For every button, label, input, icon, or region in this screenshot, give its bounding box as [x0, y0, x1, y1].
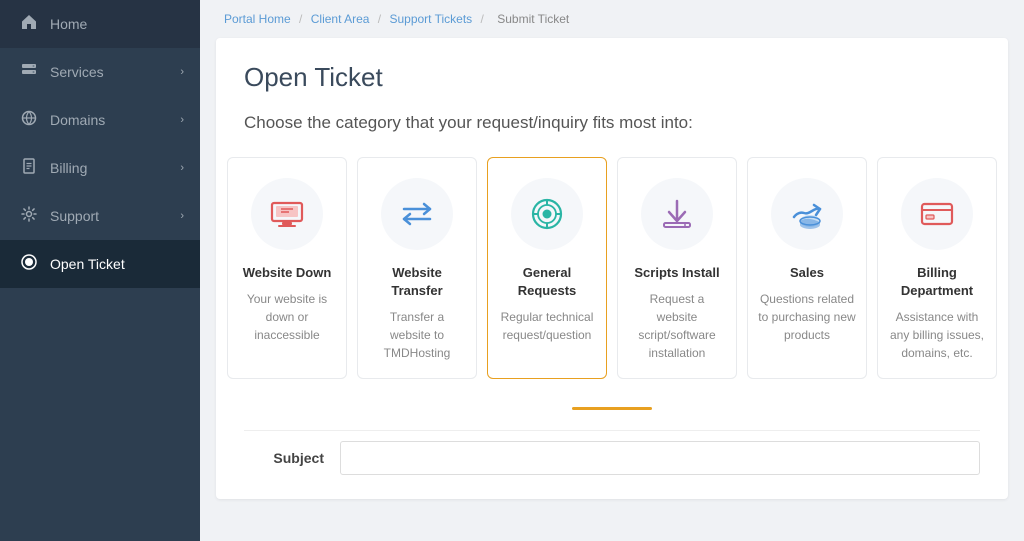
chevron-right-icon: › [180, 114, 184, 126]
home-icon [20, 14, 38, 34]
sidebar-item-label: Home [50, 16, 180, 32]
category-card-website-down[interactable]: Website Down Your website is down or ina… [227, 157, 347, 379]
sidebar-item-support[interactable]: Support › [0, 192, 200, 240]
ticket-icon [20, 254, 38, 274]
sidebar-item-domains[interactable]: Domains › [0, 96, 200, 144]
category-title: Website Down [243, 264, 332, 282]
category-list: Website Down Your website is down or ina… [244, 157, 980, 379]
category-icon-wrap [511, 178, 583, 250]
main-content: Portal Home / Client Area / Support Tick… [200, 0, 1024, 541]
category-title: Website Transfer [368, 264, 466, 300]
sidebar-item-label: Services [50, 64, 180, 80]
category-card-sales[interactable]: Sales Questions related to purchasing ne… [747, 157, 867, 379]
sidebar-item-services[interactable]: Services › [0, 48, 200, 96]
subject-row: Subject [244, 430, 980, 475]
breadcrumb-client-area[interactable]: Client Area [311, 12, 370, 26]
breadcrumb-sep: / [299, 12, 302, 26]
sidebar-item-open-ticket[interactable]: Open Ticket [0, 240, 200, 288]
category-desc: Your website is down or inaccessible [238, 290, 336, 344]
chevron-right-icon: › [180, 66, 184, 78]
category-icon-wrap [641, 178, 713, 250]
category-icon-wrap [251, 178, 323, 250]
breadcrumb-current: Submit Ticket [497, 12, 569, 26]
breadcrumb-sep: / [481, 12, 484, 26]
category-title: Billing Department [888, 264, 986, 300]
sidebar-item-label: Domains [50, 112, 180, 128]
general-requests-icon [528, 195, 566, 233]
breadcrumb-portal-home[interactable]: Portal Home [224, 12, 291, 26]
category-title: Sales [790, 264, 824, 282]
chevron-right-icon: › [180, 162, 184, 174]
selection-indicator-line [572, 407, 652, 410]
breadcrumb: Portal Home / Client Area / Support Tick… [200, 0, 1024, 38]
category-icon-wrap [771, 178, 843, 250]
sidebar-item-label: Support [50, 208, 180, 224]
sidebar-item-home[interactable]: Home [0, 0, 200, 48]
subject-label: Subject [244, 450, 324, 466]
file-icon [20, 158, 38, 178]
category-desc: Assistance with any billing issues, doma… [888, 308, 986, 362]
chevron-right-icon: › [180, 210, 184, 222]
category-title: Scripts Install [634, 264, 719, 282]
website-down-icon [268, 195, 306, 233]
category-desc: Regular technical request/question [498, 308, 596, 344]
sidebar-item-label: Open Ticket [50, 256, 180, 272]
category-card-billing-department[interactable]: Billing Department Assistance with any b… [877, 157, 997, 379]
subject-input[interactable] [340, 441, 980, 475]
category-icon-wrap [901, 178, 973, 250]
sales-icon [788, 195, 826, 233]
category-title: General Requests [498, 264, 596, 300]
selection-indicator-row [244, 407, 980, 410]
breadcrumb-sep: / [378, 12, 381, 26]
category-card-general-requests[interactable]: General Requests Regular technical reque… [487, 157, 607, 379]
website-transfer-icon [398, 195, 436, 233]
category-desc: Request a website script/software instal… [628, 290, 726, 362]
sidebar-item-billing[interactable]: Billing › [0, 144, 200, 192]
page-title: Open Ticket [244, 62, 980, 93]
server-icon [20, 62, 38, 82]
globe-icon [20, 110, 38, 130]
billing-department-icon [918, 195, 956, 233]
gear-icon [20, 206, 38, 226]
scripts-install-icon [658, 195, 696, 233]
category-desc: Questions related to purchasing new prod… [758, 290, 856, 344]
category-heading: Choose the category that your request/in… [244, 113, 980, 133]
category-icon-wrap [381, 178, 453, 250]
category-card-website-transfer[interactable]: Website Transfer Transfer a website to T… [357, 157, 477, 379]
sidebar: Home Services › Domains › [0, 0, 200, 541]
breadcrumb-support-tickets[interactable]: Support Tickets [389, 12, 472, 26]
category-desc: Transfer a website to TMDHosting [368, 308, 466, 362]
category-card-scripts-install[interactable]: Scripts Install Request a website script… [617, 157, 737, 379]
content-area: Open Ticket Choose the category that you… [216, 38, 1008, 499]
sidebar-item-label: Billing [50, 160, 180, 176]
